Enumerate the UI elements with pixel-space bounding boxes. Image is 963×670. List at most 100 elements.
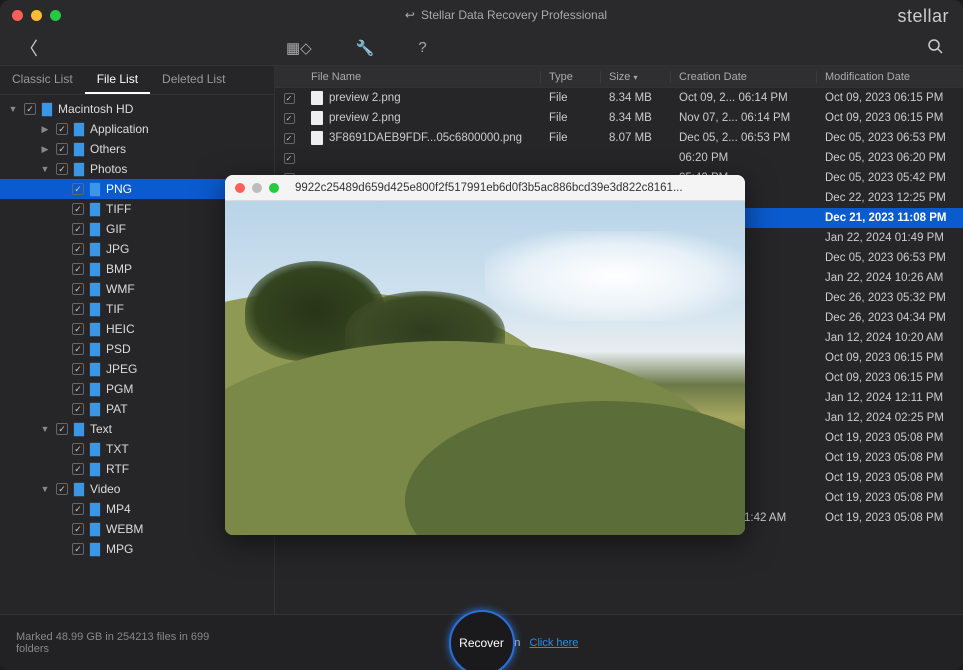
cell-cdate: 06:20 PM [671, 152, 817, 164]
preview-filename: 9922c25489d659d425e800f2f517991eb6d0f3b5… [295, 182, 683, 194]
col-cdate[interactable]: Creation Date [671, 71, 817, 83]
cell-mdate: Jan 12, 2024 10:20 AM [817, 332, 963, 344]
file-icon [311, 111, 323, 125]
tree-label: TIF [106, 302, 124, 316]
tree-item-macintosh-hd[interactable]: ▼ ▇ Macintosh HD [0, 99, 274, 119]
checkbox[interactable] [72, 303, 84, 315]
checkbox[interactable] [56, 163, 68, 175]
col-size[interactable]: Size ▾ [601, 71, 671, 83]
expand-icon[interactable]: ▶ [40, 144, 50, 155]
checkbox[interactable] [56, 423, 68, 435]
cell-mdate: Oct 19, 2023 05:08 PM [817, 512, 963, 524]
tree-label: Video [90, 482, 120, 496]
cell-type: File [541, 132, 601, 144]
cell-mdate: Dec 22, 2023 12:25 PM [817, 192, 963, 204]
checkbox[interactable] [72, 283, 84, 295]
tree-item-others[interactable]: ▶▇Others [0, 139, 274, 159]
back-button[interactable]: 〈 [12, 31, 46, 65]
cell-cdate: Dec 05, 2... 06:53 PM [671, 132, 817, 144]
cell-mdate: Jan 12, 2024 02:25 PM [817, 412, 963, 424]
folder-icon: ▇ [90, 241, 100, 257]
folder-icon: ▇ [74, 121, 84, 137]
row-checkbox[interactable] [284, 93, 295, 104]
back-arrow-title-icon: ↩ [405, 8, 415, 22]
folder-icon: ▇ [90, 401, 100, 417]
col-name[interactable]: File Name [303, 71, 541, 83]
row-checkbox[interactable] [284, 113, 295, 124]
expand-icon[interactable]: ▼ [40, 424, 50, 434]
checkbox[interactable] [72, 503, 84, 515]
preview-close-button[interactable] [235, 183, 245, 193]
preview-zoom-button[interactable] [269, 183, 279, 193]
tree-label: RTF [106, 462, 129, 476]
tree-label: GIF [106, 222, 126, 236]
checkbox[interactable] [72, 403, 84, 415]
search-icon[interactable] [919, 34, 951, 62]
col-type[interactable]: Type [541, 71, 601, 83]
checkbox[interactable] [72, 523, 84, 535]
checkbox[interactable] [56, 143, 68, 155]
checkbox[interactable] [72, 343, 84, 355]
expand-icon[interactable]: ▼ [8, 104, 18, 114]
wrench-icon[interactable]: 🔧 [356, 39, 375, 57]
checkbox[interactable] [72, 223, 84, 235]
checkbox[interactable] [72, 243, 84, 255]
file-row[interactable]: preview 2.pngFile8.34 MBNov 07, 2... 06:… [275, 108, 963, 128]
tree-item-application[interactable]: ▶ ▇ Application [0, 119, 274, 139]
folder-icon: ▇ [42, 101, 52, 117]
cell-mdate: Oct 19, 2023 05:08 PM [817, 432, 963, 444]
cell-mdate: Oct 19, 2023 05:08 PM [817, 472, 963, 484]
preview-image [225, 201, 745, 535]
row-checkbox[interactable] [284, 133, 295, 144]
cell-size: 8.07 MB [601, 132, 671, 144]
checkbox[interactable] [72, 323, 84, 335]
help-icon[interactable]: ? [418, 39, 426, 56]
close-window-button[interactable] [12, 10, 23, 21]
grid-view-icon[interactable]: ▦◇ [286, 39, 312, 57]
folder-icon: ▇ [90, 221, 100, 237]
checkbox[interactable] [24, 103, 36, 115]
recover-button[interactable]: Recover [449, 610, 515, 670]
preview-window[interactable]: 9922c25489d659d425e800f2f517991eb6d0f3b5… [225, 175, 745, 535]
file-row[interactable]: preview 2.pngFile8.34 MBOct 09, 2... 06:… [275, 88, 963, 108]
folder-icon: ▇ [74, 141, 84, 157]
expand-icon[interactable]: ▼ [40, 484, 50, 494]
checkbox[interactable] [72, 383, 84, 395]
checkbox[interactable] [72, 363, 84, 375]
col-mdate[interactable]: Modification Date [817, 71, 963, 83]
checkbox[interactable] [72, 543, 84, 555]
checkbox[interactable] [72, 463, 84, 475]
app-title: Stellar Data Recovery Professional [421, 8, 607, 22]
cell-mdate: Dec 26, 2023 04:34 PM [817, 312, 963, 324]
checkbox[interactable] [56, 123, 68, 135]
folder-icon: ▇ [74, 161, 84, 177]
cell-mdate: Jan 22, 2024 10:26 AM [817, 272, 963, 284]
tree-label: BMP [106, 262, 132, 276]
tree-label: Text [90, 422, 112, 436]
tab-deleted-list[interactable]: Deleted List [150, 66, 237, 94]
minimize-window-button[interactable] [31, 10, 42, 21]
checkbox[interactable] [56, 483, 68, 495]
deep-scan-link[interactable]: Click here [530, 637, 579, 649]
preview-minimize-button[interactable] [252, 183, 262, 193]
row-checkbox[interactable] [284, 153, 295, 164]
tab-classic-list[interactable]: Classic List [0, 66, 85, 94]
cell-mdate: Oct 19, 2023 05:08 PM [817, 492, 963, 504]
tree-label: Application [90, 122, 149, 136]
tab-file-list[interactable]: File List [85, 66, 150, 94]
tree-label: Macintosh HD [58, 102, 133, 116]
checkbox[interactable] [72, 203, 84, 215]
checkbox[interactable] [72, 263, 84, 275]
file-row[interactable]: 3F8691DAEB9FDF...05c6800000.pngFile8.07 … [275, 128, 963, 148]
tree-item-mpg[interactable]: ▇MPG [0, 539, 274, 559]
tree-label: Photos [90, 162, 127, 176]
sidebar-tabs: Classic List File List Deleted List [0, 66, 274, 95]
file-row[interactable]: 06:20 PMDec 05, 2023 06:20 PM [275, 148, 963, 168]
expand-icon[interactable]: ▼ [40, 164, 50, 174]
checkbox[interactable] [72, 443, 84, 455]
folder-icon: ▇ [90, 441, 100, 457]
zoom-window-button[interactable] [50, 10, 61, 21]
expand-icon[interactable]: ▶ [40, 124, 50, 135]
tree-label: JPEG [106, 362, 137, 376]
checkbox[interactable] [72, 183, 84, 195]
